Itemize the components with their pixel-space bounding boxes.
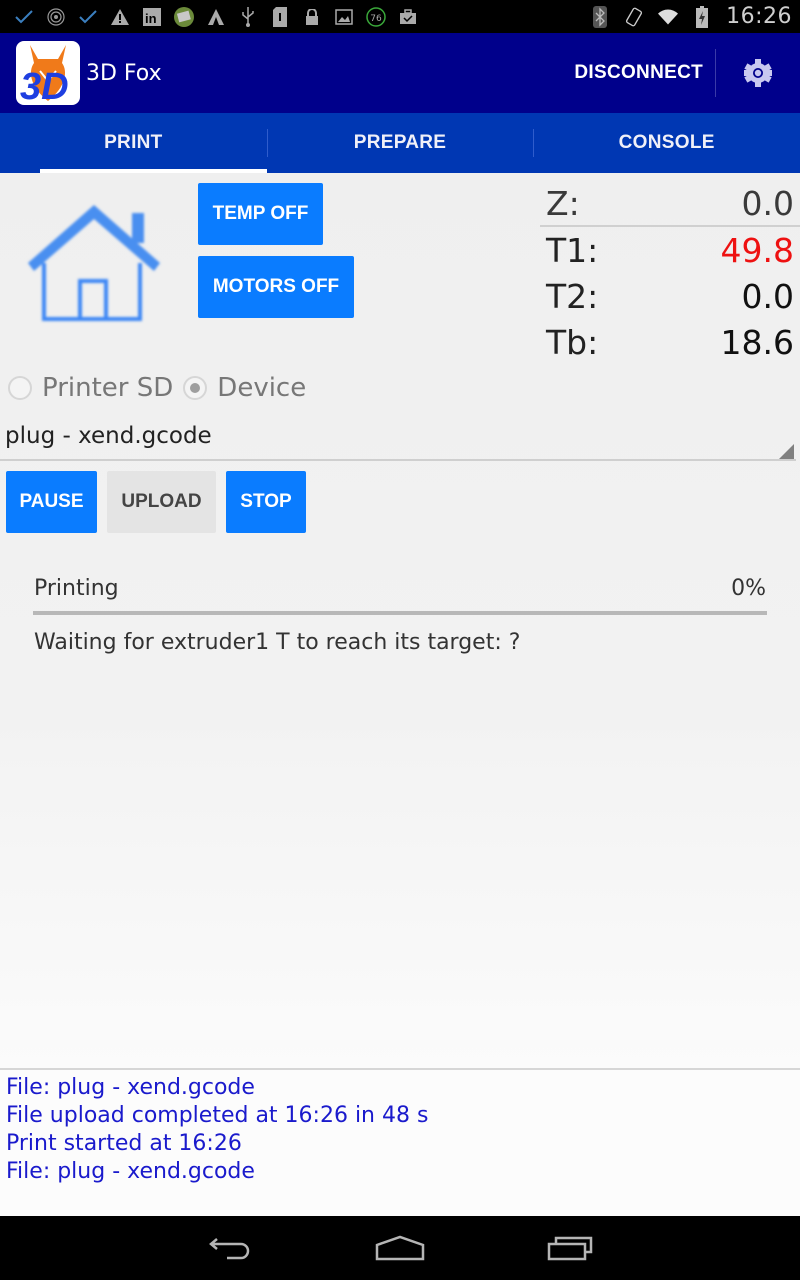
readout-label: T2: [546, 276, 599, 316]
upload-button[interactable]: UPLOAD [107, 471, 216, 533]
readout-label: Z: [546, 183, 580, 223]
tab-console[interactable]: CONSOLE [533, 113, 800, 173]
event-log: File: plug - xend.gcode File upload comp… [0, 1068, 800, 1216]
dropdown-arrow-icon [779, 444, 794, 459]
settings-button[interactable] [716, 33, 800, 113]
log-line: File upload completed at 16:26 in 48 s [6, 1103, 429, 1128]
screen-rotation-icon [624, 7, 644, 27]
source-radio-group: Printer SD Device [8, 373, 316, 403]
log-line: File: plug - xend.gcode [6, 1075, 255, 1100]
radio-button[interactable] [183, 376, 208, 400]
file-select-dropdown[interactable]: plug - xend.gcode [0, 423, 796, 461]
wifi-icon [658, 7, 679, 27]
badge-value: 76 [370, 14, 382, 24]
sd-card-icon [270, 6, 290, 27]
disconnect-button[interactable]: DISCONNECT [562, 33, 715, 113]
pause-button[interactable]: PAUSE [6, 471, 97, 533]
radio-label: Printer SD [42, 373, 174, 403]
motors-off-button[interactable]: MOTORS OFF [198, 256, 354, 318]
battery-charging-icon [692, 5, 712, 28]
home-nav-button[interactable] [315, 1216, 485, 1280]
readout-label: Tb: [546, 322, 599, 362]
print-panel: TEMP OFF MOTORS OFF Z: 0.0 T1: 49.8 T2: … [0, 173, 800, 1068]
svg-text:in: in [145, 11, 157, 26]
action-bar: 3D 3D Fox DISCONNECT [0, 33, 800, 113]
clock: 16:26 [726, 4, 792, 29]
log-line: File: plug - xend.gcode [6, 1159, 255, 1184]
back-button[interactable] [145, 1216, 315, 1280]
bluetooth-icon [590, 5, 610, 28]
back-icon [209, 1238, 250, 1260]
check-icon [78, 7, 98, 27]
app-title: 3D Fox [86, 60, 162, 86]
readout-label: T1: [546, 230, 599, 270]
battery-76-badge-icon: 76 [366, 6, 386, 27]
readout-value: 49.8 [720, 230, 794, 270]
notification-icons: in 76 [0, 6, 418, 27]
briefcase-check-icon [398, 7, 418, 27]
home-icon [28, 205, 160, 321]
check-icon [14, 7, 34, 27]
usb-icon [238, 6, 258, 27]
print-status-message: Waiting for extruder1 T to reach its tar… [34, 630, 521, 655]
logo-text: 3D [20, 66, 69, 105]
fox-logo-icon: 3D [20, 45, 69, 105]
radio-button[interactable] [8, 376, 32, 400]
tab-print[interactable]: PRINT [0, 113, 267, 173]
image-icon [334, 7, 354, 27]
app-logo[interactable]: 3D [16, 41, 80, 105]
progress-label: Printing [34, 576, 119, 601]
radar-icon [46, 7, 66, 27]
readout-tb: Tb: 18.6 [540, 319, 800, 365]
recents-icon [547, 1236, 593, 1261]
position-temperature-readouts: Z: 0.0 T1: 49.8 T2: 0.0 Tb: 18.6 [540, 181, 800, 365]
lock-icon [302, 7, 322, 27]
readout-t1: T1: 49.8 [540, 227, 800, 273]
tab-bar: PRINT PREPARE CONSOLE [0, 113, 800, 173]
radio-label: Device [217, 373, 307, 403]
gear-icon [744, 59, 772, 87]
linkedin-icon: in [142, 7, 162, 27]
readout-value: 0.0 [741, 276, 794, 316]
warning-icon [110, 7, 130, 27]
home-axes-button[interactable] [22, 201, 166, 331]
readout-value: 0.0 [741, 183, 794, 223]
log-line: Print started at 16:26 [6, 1131, 242, 1156]
progress-bar [33, 611, 767, 615]
stop-button[interactable]: STOP [226, 471, 306, 533]
radio-printer-sd[interactable]: Printer SD [8, 373, 173, 403]
system-icons: 16:26 [590, 4, 800, 29]
radio-device[interactable]: Device [183, 373, 306, 403]
status-bar: in 76 16:26 [0, 0, 800, 33]
app-thumbnail-icon [174, 6, 194, 27]
recents-button[interactable] [485, 1216, 655, 1280]
home-nav-icon [375, 1235, 425, 1261]
navigation-bar [0, 1216, 800, 1280]
progress-percent: 0% [731, 576, 766, 601]
readout-value: 18.6 [720, 322, 794, 362]
temp-off-button[interactable]: TEMP OFF [198, 183, 323, 245]
readout-z: Z: 0.0 [540, 181, 800, 227]
readout-t2: T2: 0.0 [540, 273, 800, 319]
selected-file: plug - xend.gcode [5, 423, 212, 449]
tab-prepare[interactable]: PREPARE [266, 113, 534, 173]
triangle-a-icon [206, 7, 226, 27]
